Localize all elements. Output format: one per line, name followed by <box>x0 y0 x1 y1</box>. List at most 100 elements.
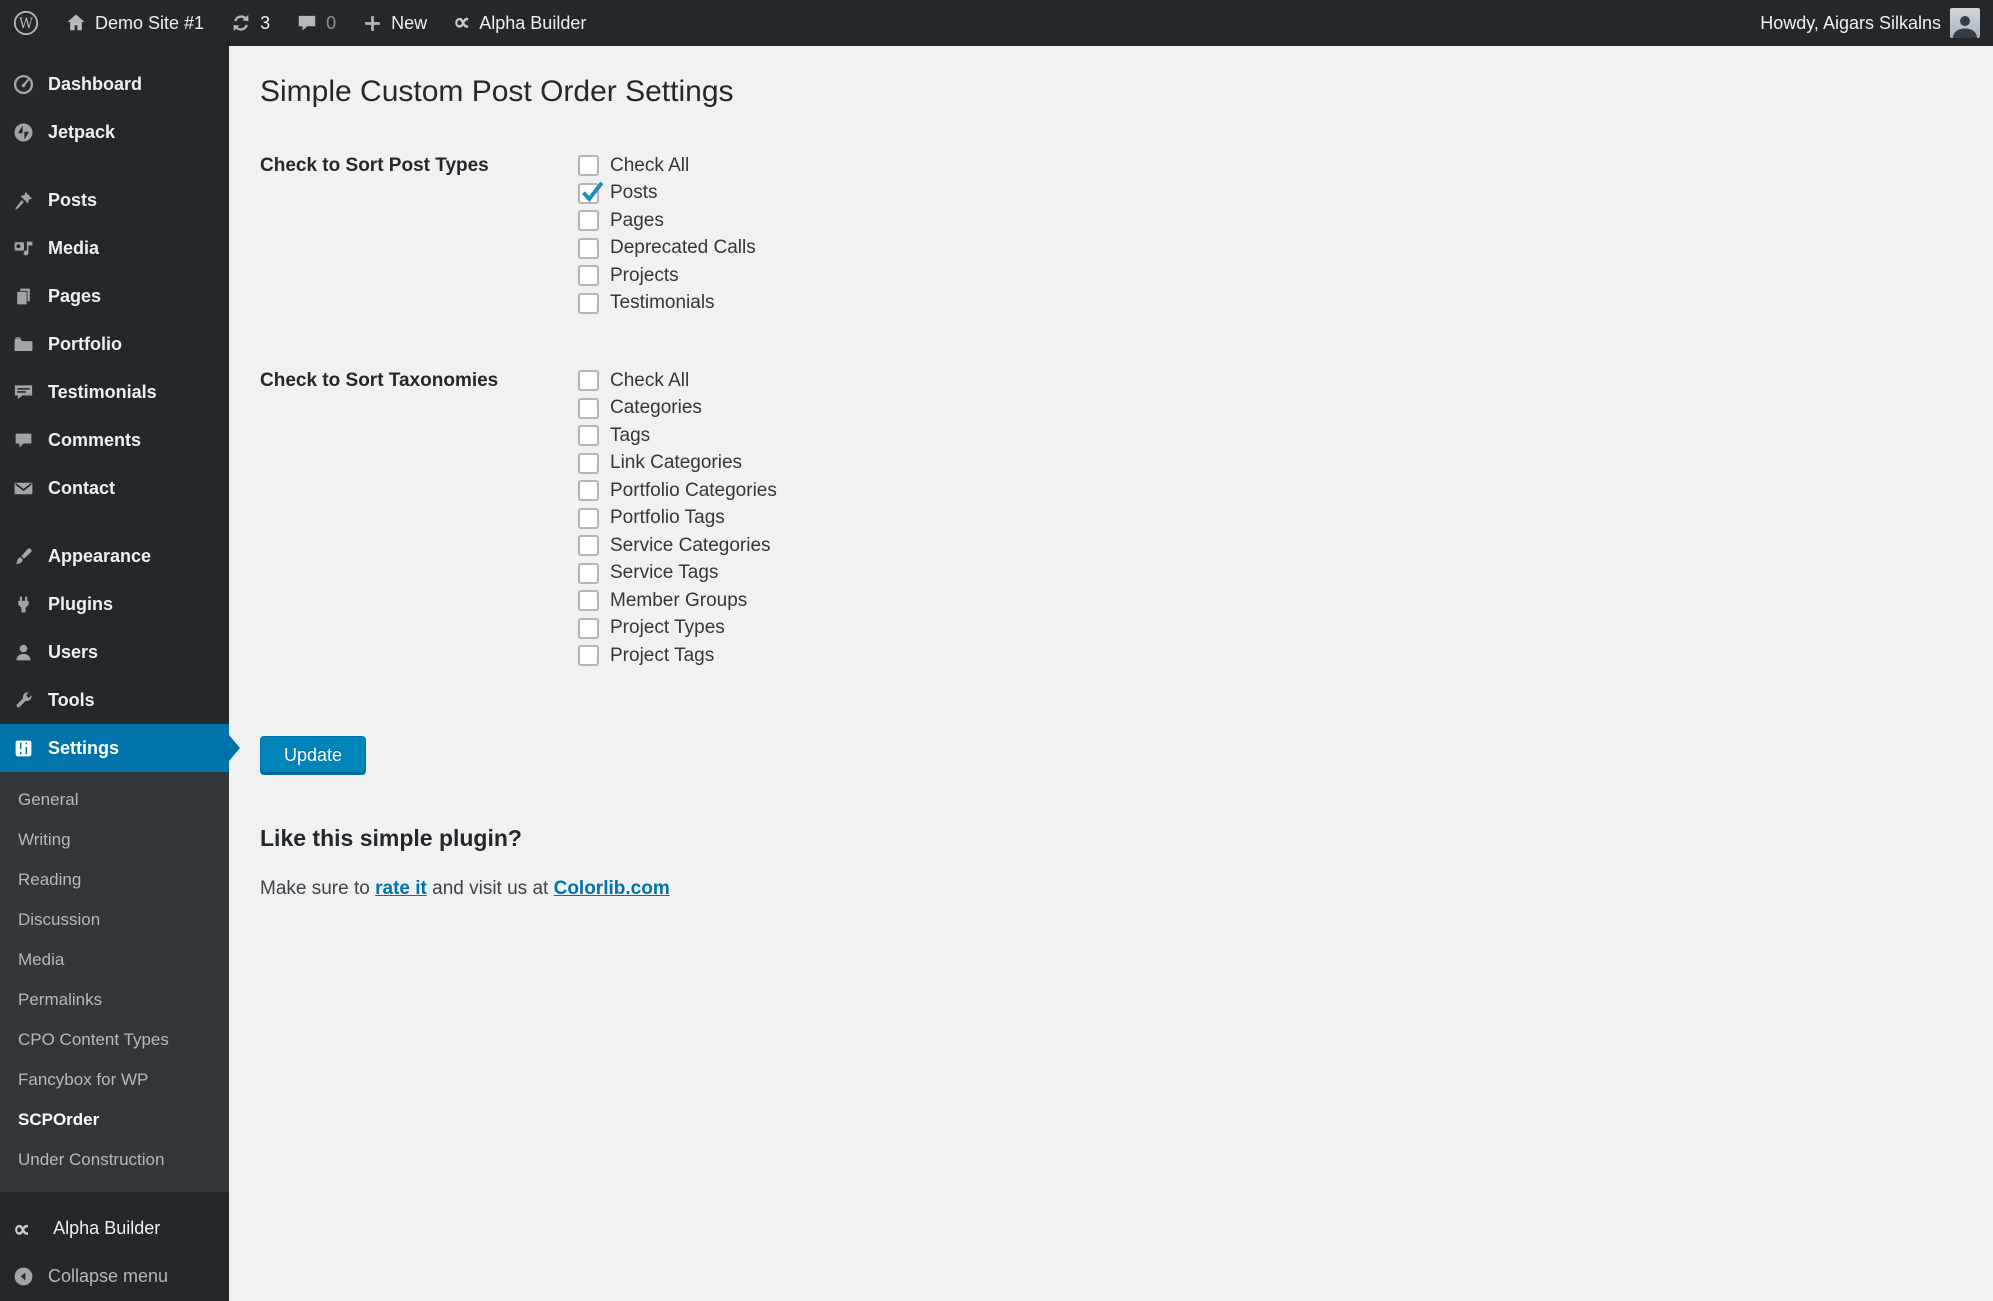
new-content-button[interactable]: New <box>349 0 440 46</box>
wordpress-logo-icon: W <box>13 10 39 36</box>
checkbox[interactable] <box>578 452 599 474</box>
checkbox[interactable] <box>578 590 599 612</box>
sidebar-item-users[interactable]: Users <box>0 628 229 676</box>
post-types-label: Check to Sort Post Types <box>260 155 489 176</box>
checkbox-label: Project Tags <box>610 644 715 666</box>
checkbox-row: Deprecated Calls <box>578 235 756 263</box>
checkbox[interactable] <box>578 507 599 529</box>
sidebar-item-tools[interactable]: Tools <box>0 676 229 724</box>
sidebar-item-label: Dashboard <box>48 73 143 94</box>
sidebar-item-plugins[interactable]: Plugins <box>0 580 229 628</box>
account-menu[interactable]: Howdy, Aigars Silkalns <box>1747 0 1993 46</box>
sidebar-item-label: Media <box>48 237 100 258</box>
colorlib-link[interactable]: Colorlib.com <box>554 878 670 899</box>
jetpack-icon <box>13 122 34 143</box>
wordpress-logo-button[interactable]: W <box>0 0 52 46</box>
sidebar-item-pages[interactable]: Pages <box>0 272 229 320</box>
sidebar-item-testimonials[interactable]: Testimonials <box>0 368 229 416</box>
update-button[interactable]: Update <box>260 735 367 775</box>
plug-icon <box>13 594 34 615</box>
sidebar-subitem-media[interactable]: Media <box>0 940 229 980</box>
checkbox[interactable] <box>578 370 599 392</box>
comments-icon <box>13 430 34 451</box>
sidebar-item-posts[interactable]: Posts <box>0 176 229 224</box>
promo-text: Make sure to rate it and visit us at Col… <box>260 878 1953 900</box>
checkbox-row: Check All <box>578 152 756 180</box>
sidebar-item-dashboard[interactable]: Dashboard <box>0 60 229 108</box>
checkbox-label: Service Categories <box>610 534 771 556</box>
site-name-menu[interactable]: Demo Site #1 <box>52 0 217 46</box>
sidebar-item-appearance[interactable]: Appearance <box>0 532 229 580</box>
checkbox[interactable] <box>578 265 599 287</box>
collapse-arrow-icon <box>13 1266 34 1287</box>
checkbox-row: Service Tags <box>578 560 777 588</box>
alpha-builder-topbar-button[interactable]: Alpha Builder <box>440 0 599 46</box>
sidebar-item-label: Testimonials <box>48 381 157 402</box>
checkbox-row: Projects <box>578 262 756 290</box>
checkbox[interactable] <box>578 397 599 419</box>
avatar <box>1950 8 1980 38</box>
checkbox[interactable] <box>578 535 599 557</box>
admin-sidebar: Dashboard Jetpack Posts Media Pages Port… <box>0 46 240 1301</box>
checkbox-row: Pages <box>578 207 756 235</box>
checkbox-row: Link Categories <box>578 450 777 478</box>
sidebar-subitem-under-construction[interactable]: Under Construction <box>0 1140 229 1180</box>
checkbox[interactable] <box>578 237 599 259</box>
comments-button[interactable]: 0 <box>283 0 349 46</box>
envelope-icon <box>13 478 34 499</box>
sidebar-subitem-scporder[interactable]: SCPOrder <box>0 1100 229 1140</box>
collapse-menu-button[interactable]: Collapse menu <box>0 1252 229 1300</box>
admin-bar-left: W Demo Site #1 3 0 New ∝ Alpha Builder <box>0 0 599 46</box>
checkbox-row: Service Categories <box>578 532 777 560</box>
sidebar-item-alpha-builder[interactable]: Alpha Builder <box>0 1204 229 1252</box>
checkbox-label: Posts <box>610 182 658 204</box>
sidebar-subitem-fancybox-for-wp[interactable]: Fancybox for WP <box>0 1060 229 1100</box>
checkbox[interactable] <box>578 562 599 584</box>
sidebar-subitem-permalinks[interactable]: Permalinks <box>0 980 229 1020</box>
sidebar-item-media[interactable]: Media <box>0 224 229 272</box>
checkbox[interactable] <box>578 617 599 639</box>
checkbox[interactable] <box>578 480 599 502</box>
checkbox-row: Tags <box>578 422 777 450</box>
wrench-icon <box>13 690 34 711</box>
sidebar-footer: Alpha Builder Collapse menu <box>0 1204 229 1300</box>
checkbox-row: Check All <box>578 367 777 395</box>
sidebar-item-label: Posts <box>48 189 98 210</box>
howdy-label: Howdy, Aigars Silkalns <box>1760 12 1941 33</box>
sidebar-item-label: Tools <box>48 689 95 710</box>
new-label: New <box>391 12 428 33</box>
checkbox-row: Categories <box>578 395 777 423</box>
pages-icon <box>13 286 34 307</box>
update-icon <box>230 12 252 34</box>
sidebar-item-comments[interactable]: Comments <box>0 416 229 464</box>
sidebar-item-label: Portfolio <box>48 333 122 354</box>
checkbox[interactable] <box>578 210 599 232</box>
taxonomies-row: Check to Sort Taxonomies Check All Categ… <box>260 367 1953 670</box>
sidebar-subitem-discussion[interactable]: Discussion <box>0 900 229 940</box>
sidebar-subitem-reading[interactable]: Reading <box>0 860 229 900</box>
checkbox[interactable] <box>578 181 604 204</box>
checkbox-label: Projects <box>610 264 679 286</box>
taxonomies-label: Check to Sort Taxonomies <box>260 370 499 391</box>
sidebar-item-portfolio[interactable]: Portfolio <box>0 320 229 368</box>
checkbox-label: Member Groups <box>610 589 748 611</box>
checkbox[interactable] <box>578 645 599 667</box>
sidebar-subitem-cpo-content-types[interactable]: CPO Content Types <box>0 1020 229 1060</box>
sidebar-item-jetpack[interactable]: Jetpack <box>0 108 229 156</box>
updates-button[interactable]: 3 <box>217 0 283 46</box>
checkbox[interactable] <box>578 425 599 447</box>
rate-it-link[interactable]: rate it <box>375 878 427 899</box>
checkbox[interactable] <box>578 292 599 314</box>
sidebar-item-label: Pages <box>48 285 102 306</box>
sidebar-item-contact[interactable]: Contact <box>0 464 229 512</box>
testimonials-icon <box>13 382 34 403</box>
sidebar-item-settings[interactable]: Settings <box>0 724 240 772</box>
checkbox-label: Deprecated Calls <box>610 237 756 259</box>
sidebar-subitem-writing[interactable]: Writing <box>0 820 229 860</box>
update-count-badge: 3 <box>260 12 271 33</box>
checkbox[interactable] <box>578 155 599 177</box>
sidebar-subitem-general[interactable]: General <box>0 780 229 820</box>
checkbox-row: Project Types <box>578 615 777 643</box>
sidebar-item-label: Comments <box>48 429 142 450</box>
pushpin-icon <box>13 190 34 211</box>
